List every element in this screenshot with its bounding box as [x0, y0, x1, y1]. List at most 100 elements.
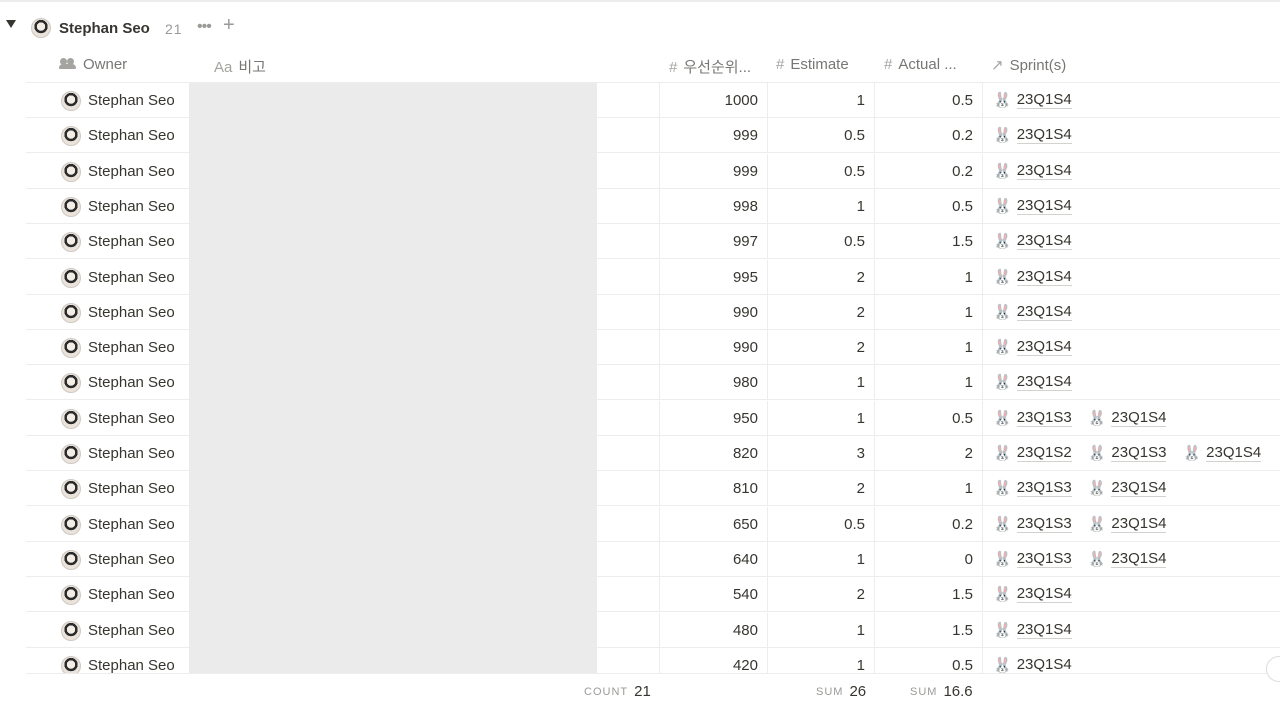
sprint-link[interactable]: 🐰 23Q1S4 — [993, 371, 1072, 393]
estimate-cell[interactable]: 1 — [768, 541, 875, 577]
sprint-link[interactable]: 🐰 23Q1S4 — [1088, 548, 1167, 570]
plus-icon[interactable]: + — [223, 14, 235, 37]
owner-cell[interactable]: Stephan Seo — [26, 471, 206, 507]
priority-cell[interactable]: 995 — [660, 259, 768, 295]
priority-cell[interactable]: 820 — [660, 436, 768, 471]
column-estimate[interactable]: # Estimate — [776, 56, 849, 73]
owner-cell[interactable]: Stephan Seo — [26, 506, 206, 542]
estimate-cell[interactable]: 0.5 — [768, 153, 875, 189]
sprints-cell[interactable]: 🐰 23Q1S4 — [983, 648, 1280, 673]
priority-cell[interactable]: 420 — [660, 647, 768, 673]
estimate-cell[interactable]: 2 — [768, 577, 875, 613]
owner-cell[interactable]: Stephan Seo — [26, 188, 206, 224]
owner-cell[interactable]: Stephan Seo — [26, 577, 206, 613]
sprint-link[interactable]: 🐰 23Q1S3 — [993, 548, 1072, 570]
actual-cell[interactable]: 1 — [875, 471, 983, 507]
estimate-cell[interactable]: 1 — [768, 400, 875, 436]
sprints-cell[interactable]: 🐰 23Q1S4 — [983, 613, 1280, 648]
footer-count[interactable]: COUNT 21 — [584, 683, 651, 701]
actual-cell[interactable]: 0.5 — [875, 647, 983, 673]
actual-cell[interactable]: 1.5 — [875, 577, 983, 613]
owner-cell[interactable]: Stephan Seo — [26, 612, 206, 648]
sprint-link[interactable]: 🐰 23Q1S3 — [993, 513, 1072, 535]
sprints-cell[interactable]: 🐰 23Q1S4 — [983, 83, 1280, 118]
actual-cell[interactable]: 1 — [875, 259, 983, 295]
owner-cell[interactable]: Stephan Seo — [26, 224, 206, 260]
actual-cell[interactable]: 0.5 — [875, 83, 983, 118]
sprint-link[interactable]: 🐰 23Q1S4 — [993, 301, 1072, 323]
column-actual[interactable]: # Actual ... — [884, 56, 957, 73]
priority-cell[interactable]: 980 — [660, 365, 768, 401]
estimate-cell[interactable]: 2 — [768, 471, 875, 507]
sprint-link[interactable]: 🐰 23Q1S4 — [993, 336, 1072, 358]
sprint-link[interactable]: 🐰 23Q1S4 — [993, 619, 1072, 641]
sprint-link[interactable]: 🐰 23Q1S3 — [1088, 442, 1167, 464]
owner-cell[interactable]: Stephan Seo — [26, 153, 206, 189]
sprint-link[interactable]: 🐰 23Q1S4 — [1088, 407, 1167, 429]
group-name[interactable]: Stephan Seo — [59, 20, 150, 37]
priority-cell[interactable]: 998 — [660, 188, 768, 224]
sprint-link[interactable]: 🐰 23Q1S4 — [993, 89, 1072, 111]
owner-cell[interactable]: Stephan Seo — [26, 436, 206, 471]
priority-cell[interactable]: 950 — [660, 400, 768, 436]
sprints-cell[interactable]: 🐰 23Q1S3 🐰 23Q1S4 — [983, 507, 1280, 542]
actual-cell[interactable]: 1 — [875, 294, 983, 330]
estimate-cell[interactable]: 2 — [768, 259, 875, 295]
estimate-cell[interactable]: 0.5 — [768, 506, 875, 542]
owner-cell[interactable]: Stephan Seo — [26, 365, 206, 401]
estimate-cell[interactable]: 2 — [768, 294, 875, 330]
actual-cell[interactable]: 1.5 — [875, 612, 983, 648]
owner-cell[interactable]: Stephan Seo — [26, 330, 206, 366]
sprint-link[interactable]: 🐰 23Q1S4 — [1182, 442, 1262, 464]
estimate-cell[interactable]: 1 — [768, 188, 875, 224]
sprints-cell[interactable]: 🐰 23Q1S4 — [983, 118, 1280, 153]
sprint-link[interactable]: 🐰 23Q1S4 — [993, 266, 1072, 288]
priority-cell[interactable]: 540 — [660, 577, 768, 613]
priority-cell[interactable]: 999 — [660, 153, 768, 189]
priority-cell[interactable]: 990 — [660, 330, 768, 366]
estimate-cell[interactable]: 1 — [768, 612, 875, 648]
actual-cell[interactable]: 0.5 — [875, 188, 983, 224]
sprint-link[interactable]: 🐰 23Q1S4 — [993, 654, 1072, 673]
footer-estimate-sum[interactable]: SUM 26 — [816, 683, 866, 701]
estimate-cell[interactable]: 0.5 — [768, 118, 875, 154]
column-owner[interactable]: Owner — [59, 56, 127, 73]
column-sprints[interactable]: ↗ Sprint(s) — [991, 56, 1066, 74]
actual-cell[interactable]: 2 — [875, 436, 983, 471]
actual-cell[interactable]: 1 — [875, 330, 983, 366]
estimate-cell[interactable]: 2 — [768, 330, 875, 366]
owner-cell[interactable]: Stephan Seo — [26, 294, 206, 330]
sprint-link[interactable]: 🐰 23Q1S2 — [993, 442, 1072, 464]
sprints-cell[interactable]: 🐰 23Q1S4 — [983, 295, 1280, 330]
estimate-cell[interactable]: 0.5 — [768, 224, 875, 260]
priority-cell[interactable]: 480 — [660, 612, 768, 648]
owner-cell[interactable]: Stephan Seo — [26, 541, 206, 577]
ellipsis-icon[interactable]: ••• — [197, 18, 212, 36]
actual-cell[interactable]: 0.5 — [875, 400, 983, 436]
sprints-cell[interactable]: 🐰 23Q1S4 — [983, 260, 1280, 295]
sprints-cell[interactable]: 🐰 23Q1S4 — [983, 365, 1280, 400]
sprints-cell[interactable]: 🐰 23Q1S3 🐰 23Q1S4 — [983, 471, 1280, 506]
sprint-link[interactable]: 🐰 23Q1S4 — [993, 195, 1072, 217]
sprints-cell[interactable]: 🐰 23Q1S3 🐰 23Q1S4 — [983, 401, 1280, 436]
sprint-link[interactable]: 🐰 23Q1S4 — [993, 124, 1072, 146]
actual-cell[interactable]: 0.2 — [875, 118, 983, 154]
owner-cell[interactable]: Stephan Seo — [26, 83, 206, 118]
sprint-link[interactable]: 🐰 23Q1S3 — [993, 477, 1072, 499]
priority-cell[interactable]: 999 — [660, 118, 768, 154]
sprints-cell[interactable]: 🐰 23Q1S3 🐰 23Q1S4 — [983, 542, 1280, 577]
actual-cell[interactable]: 1.5 — [875, 224, 983, 260]
sprints-cell[interactable]: 🐰 23Q1S4 — [983, 154, 1280, 189]
priority-cell[interactable]: 650 — [660, 506, 768, 542]
estimate-cell[interactable]: 1 — [768, 647, 875, 673]
priority-cell[interactable]: 640 — [660, 541, 768, 577]
actual-cell[interactable]: 1 — [875, 365, 983, 401]
column-priority[interactable]: # 우선순위... — [669, 56, 751, 77]
owner-cell[interactable]: Stephan Seo — [26, 400, 206, 436]
priority-cell[interactable]: 997 — [660, 224, 768, 260]
owner-cell[interactable]: Stephan Seo — [26, 259, 206, 295]
priority-cell[interactable]: 1000 — [660, 83, 768, 118]
estimate-cell[interactable]: 1 — [768, 83, 875, 118]
sprints-cell[interactable]: 🐰 23Q1S2 🐰 23Q1S3 🐰 23Q1S4 — [983, 436, 1280, 471]
sprints-cell[interactable]: 🐰 23Q1S4 — [983, 189, 1280, 224]
